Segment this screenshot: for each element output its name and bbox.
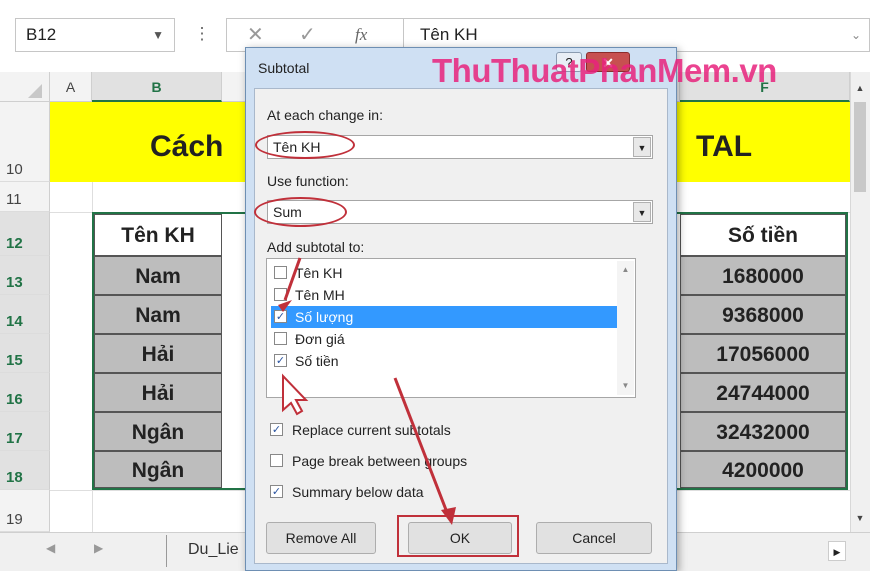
arrow-to-ok — [393, 377, 450, 516]
annotation-arrows — [278, 257, 456, 525]
arrow-to-checkbox — [283, 257, 302, 301]
arrow-head — [441, 507, 456, 525]
cursor-icon — [282, 373, 309, 416]
arrow-head — [278, 300, 292, 312]
